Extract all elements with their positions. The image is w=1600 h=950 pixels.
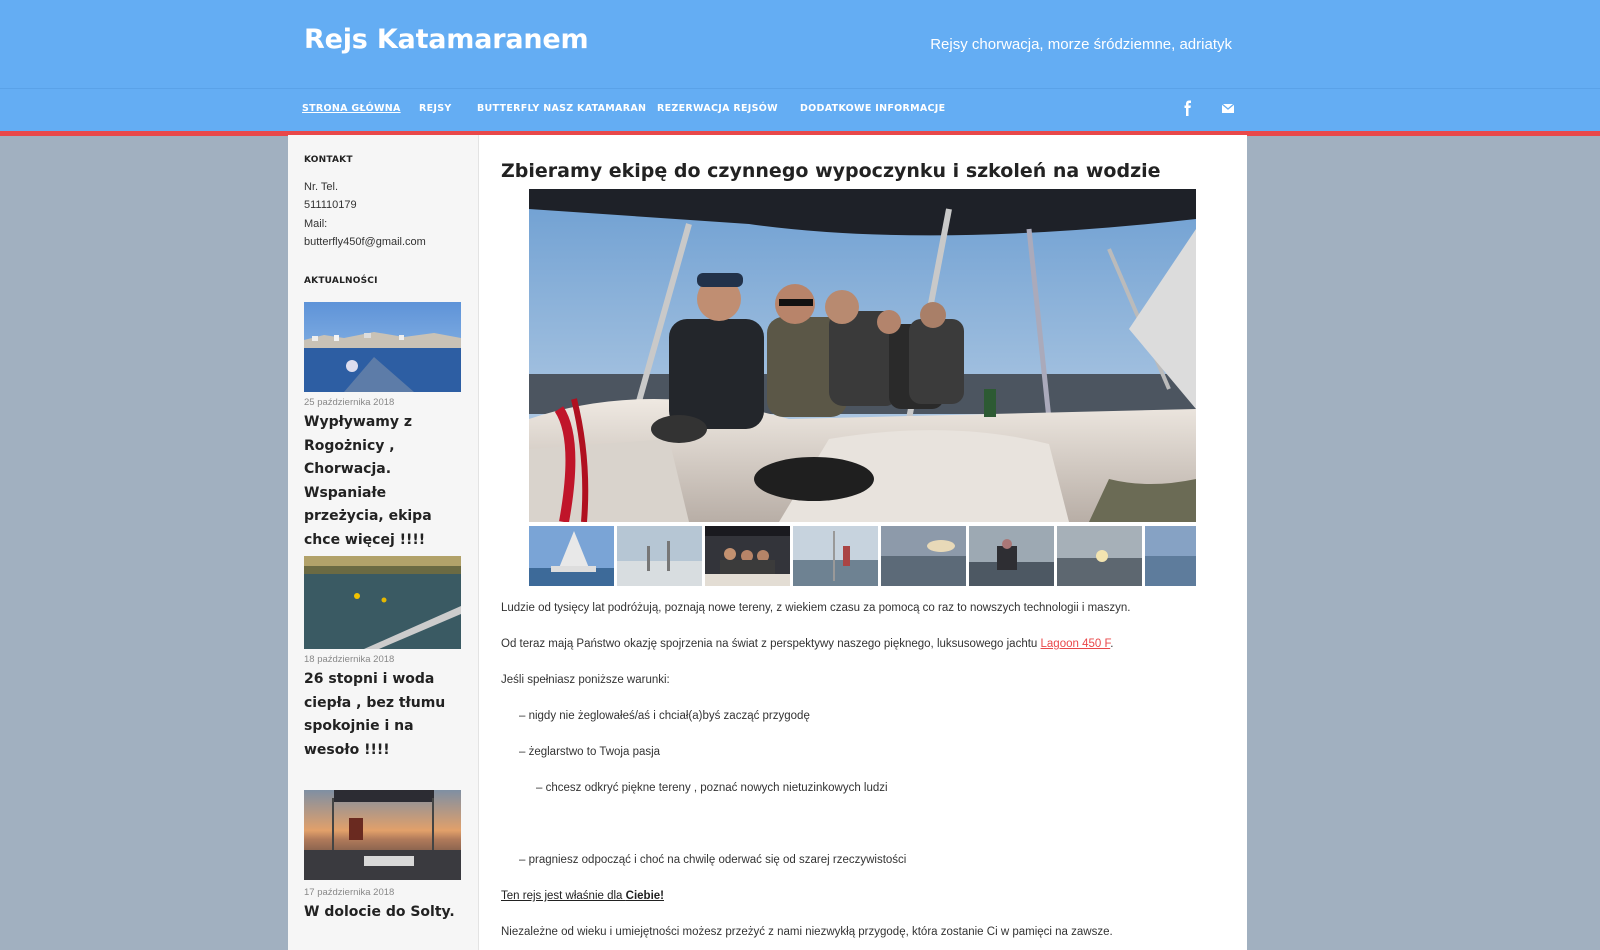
condition-item: – chcesz odkryć piękne tereny , poznać n… <box>536 782 888 794</box>
gallery-main-image[interactable] <box>529 189 1196 522</box>
post-thumbnail[interactable] <box>304 556 461 649</box>
contact-widget-title: KONTAKT <box>304 155 353 165</box>
condition-item: – nigdy nie żeglowałeś/aś i chciał(a)byś… <box>519 710 810 722</box>
post-date: 25 października 2018 <box>304 397 395 408</box>
lagoon-link[interactable]: Lagoon 450 F <box>1041 638 1111 650</box>
news-widget-title: AKTUALNOŚCI <box>304 276 378 286</box>
intro-paragraph: Ludzie od tysięcy lat podróżują, poznają… <box>501 602 1131 614</box>
gallery-thumbnail[interactable] <box>969 526 1054 586</box>
cta-bold: Ciebie! <box>625 890 664 902</box>
gallery-thumbnail[interactable] <box>881 526 966 586</box>
facebook-icon[interactable] <box>1180 100 1196 116</box>
sidebar: KONTAKT Nr. Tel. 511110179 Mail: butterf… <box>288 135 479 950</box>
phone-label: Nr. Tel. <box>304 181 339 193</box>
mail-address: butterfly450f@gmail.com <box>304 236 426 248</box>
post-thumbnail[interactable] <box>304 790 461 880</box>
site-header: Rejs Katamaranem Rejsy chorwacja, morze … <box>0 0 1600 88</box>
gallery-thumbnail[interactable] <box>529 526 614 586</box>
post-title[interactable]: Wypływamy z Rogożnicy , Chorwacja. Wspan… <box>304 411 466 552</box>
mail-icon[interactable] <box>1220 100 1236 116</box>
gallery-thumbnail[interactable] <box>793 526 878 586</box>
post-title[interactable]: 26 stopni i woda ciepła , bez tłumu spok… <box>304 668 466 762</box>
mail-label: Mail: <box>304 218 328 230</box>
nav-item-rejsy[interactable]: REJSY <box>419 103 452 114</box>
gallery-thumbnail[interactable] <box>617 526 702 586</box>
site-tagline: Rejsy chorwacja, morze śródziemne, adria… <box>930 36 1232 53</box>
cta-text: Ten rejs jest właśnie dla <box>501 890 626 902</box>
post-thumbnail[interactable] <box>304 302 461 392</box>
main-content: Zbieramy ekipę do czynnego wypoczynku i … <box>479 135 1247 950</box>
main-navigation: STRONA GŁÓWNA REJSY BUTTERFLY NASZ KATAM… <box>0 88 1600 136</box>
yacht-text-end: . <box>1110 638 1114 650</box>
nav-item-butterfly[interactable]: BUTTERFLY NASZ KATAMARAN <box>477 103 646 114</box>
closing-paragraph: Niezależne od wieku i umiejętności możes… <box>501 926 1113 938</box>
gallery-thumbnail[interactable] <box>1057 526 1142 586</box>
yacht-text: Od teraz mają Państwo okazję spojrzenia … <box>501 638 1041 650</box>
condition-item: – pragniesz odpocząć i choć na chwilę od… <box>519 854 907 866</box>
post-date: 18 października 2018 <box>304 654 395 665</box>
conditions-heading: Jeśli spełniasz poniższe warunki: <box>501 674 670 686</box>
post-date: 17 października 2018 <box>304 887 395 898</box>
page-title: Zbieramy ekipę do czynnego wypoczynku i … <box>501 160 1161 182</box>
post-title[interactable]: W dolocie do Solty. <box>304 901 466 925</box>
yacht-paragraph: Od teraz mają Państwo okazję spojrzenia … <box>501 638 1113 650</box>
gallery-thumbnail[interactable] <box>1145 526 1196 586</box>
site-title[interactable]: Rejs Katamaranem <box>304 24 589 55</box>
gallery-thumbnail[interactable] <box>705 526 790 586</box>
nav-item-home[interactable]: STRONA GŁÓWNA <box>302 103 401 114</box>
nav-item-rezerwacja[interactable]: REZERWACJA REJSÓW <box>657 103 778 114</box>
cta-line: Ten rejs jest właśnie dla Ciebie! <box>501 890 664 902</box>
condition-item: – żeglarstwo to Twoja pasja <box>519 746 661 758</box>
phone-number: 511110179 <box>304 199 357 211</box>
nav-item-dodatkowe[interactable]: DODATKOWE INFORMACJE <box>800 103 945 114</box>
